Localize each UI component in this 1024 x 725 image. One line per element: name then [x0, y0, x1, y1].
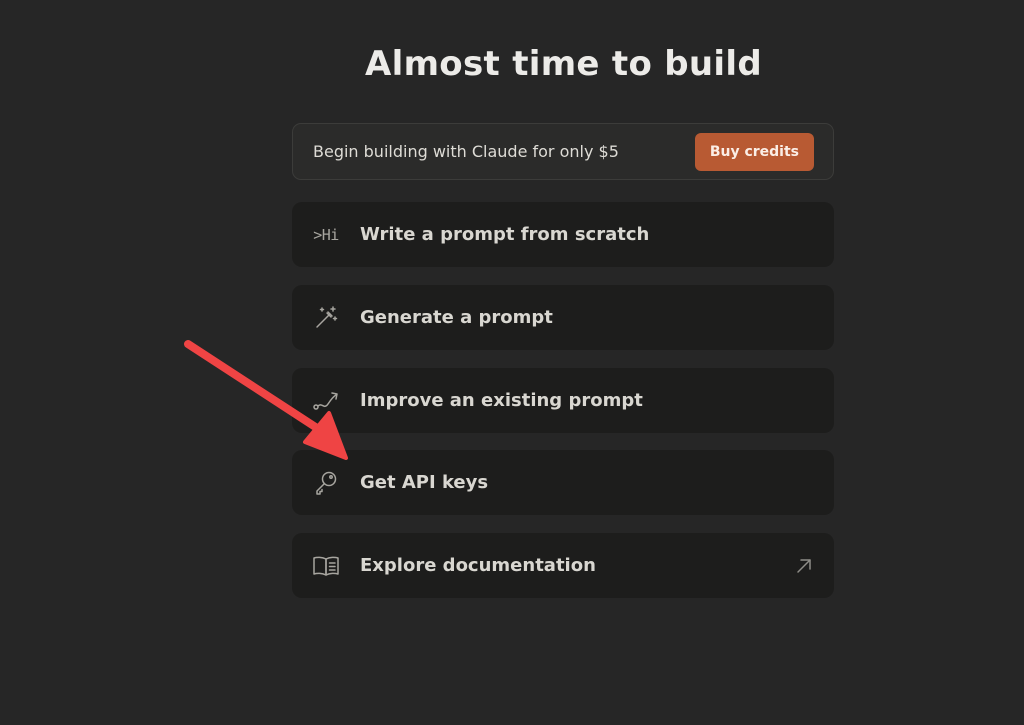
write-prompt-label: Write a prompt from scratch [360, 224, 650, 245]
get-api-keys-label: Get API keys [360, 472, 489, 493]
get-api-keys-card[interactable]: Get API keys [292, 450, 834, 515]
terminal-hi-icon-text: >Hi [313, 225, 339, 244]
improve-prompt-card[interactable]: Improve an existing prompt [292, 368, 834, 433]
page-title: Almost time to build [365, 44, 762, 84]
buy-credits-button[interactable]: Buy credits [694, 132, 814, 171]
terminal-hi-icon: >Hi [312, 221, 340, 249]
magic-wand-icon [312, 304, 340, 332]
annotation-arrow [184, 340, 348, 460]
curve-path-icon [312, 387, 340, 415]
explore-documentation-card[interactable]: Explore documentation [292, 533, 834, 598]
generate-prompt-card[interactable]: Generate a prompt [292, 285, 834, 350]
generate-prompt-label: Generate a prompt [360, 307, 553, 328]
explore-documentation-label: Explore documentation [360, 555, 596, 576]
improve-prompt-label: Improve an existing prompt [360, 390, 643, 411]
credits-banner: Begin building with Claude for only $5 B… [292, 123, 834, 180]
book-icon [312, 552, 340, 580]
write-prompt-card[interactable]: >Hi Write a prompt from scratch [292, 202, 834, 267]
key-icon [312, 469, 340, 497]
credits-banner-text: Begin building with Claude for only $5 [313, 142, 619, 161]
external-arrow-icon [794, 556, 814, 576]
